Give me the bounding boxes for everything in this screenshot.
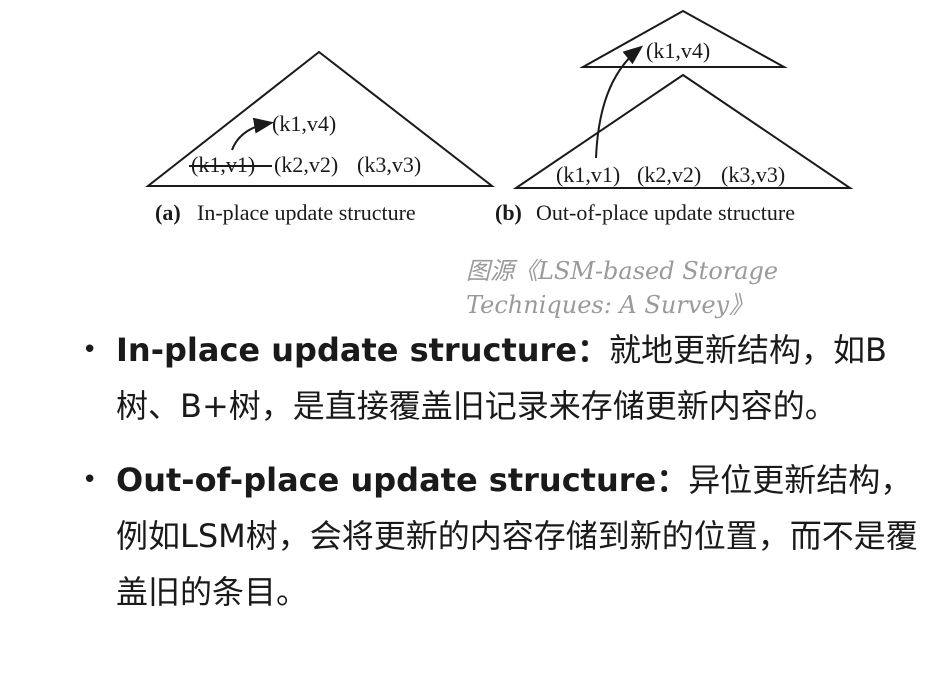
- in-place-entry: (k2,v2): [274, 152, 338, 177]
- bullet-dot-icon: •: [82, 335, 98, 365]
- out-of-place-update-arrow: [595, 45, 644, 159]
- in-place-entry: (k3,v3): [357, 152, 421, 177]
- credit-line: 图源《LSM-based Storage: [466, 257, 779, 285]
- out-of-place-new-entry: (k1,v4): [646, 38, 710, 63]
- credit-line: Techniques: A Survey》: [466, 291, 754, 319]
- in-place-old-entry: (k1,v1): [191, 152, 255, 177]
- bullet-item-out-of-place: • Out-of-place update structure：异位更新结构，例…: [78, 452, 938, 620]
- in-place-new-entry: (k1,v4): [272, 111, 336, 136]
- lsm-update-diagram: (k1,v4) (k1,v1) (k2,v2) (k3,v3) (a) In-p…: [145, 9, 854, 225]
- bullet-list: • In-place update structure：就地更新结构，如B树、B…: [78, 322, 938, 620]
- out-of-place-entry: (k1,v1): [556, 162, 620, 187]
- in-place-caption-letter: (a): [155, 200, 181, 225]
- bullet-term: Out-of-place update structure：: [116, 461, 689, 499]
- out-of-place-caption-letter: (b): [495, 200, 522, 225]
- out-of-place-entry: (k2,v2): [637, 162, 701, 187]
- bullet-term: In-place update structure：: [116, 331, 610, 369]
- bullet-dot-icon: •: [82, 465, 98, 495]
- out-of-place-caption: Out-of-place update structure: [536, 200, 795, 225]
- image-source-credit: 图源《LSM-based Storage Techniques: A Surve…: [466, 254, 926, 322]
- in-place-caption: In-place update structure: [197, 200, 416, 225]
- out-of-place-entry: (k3,v3): [721, 162, 785, 187]
- bullet-item-in-place: • In-place update structure：就地更新结构，如B树、B…: [78, 322, 938, 434]
- in-place-update-arrow: [231, 117, 274, 151]
